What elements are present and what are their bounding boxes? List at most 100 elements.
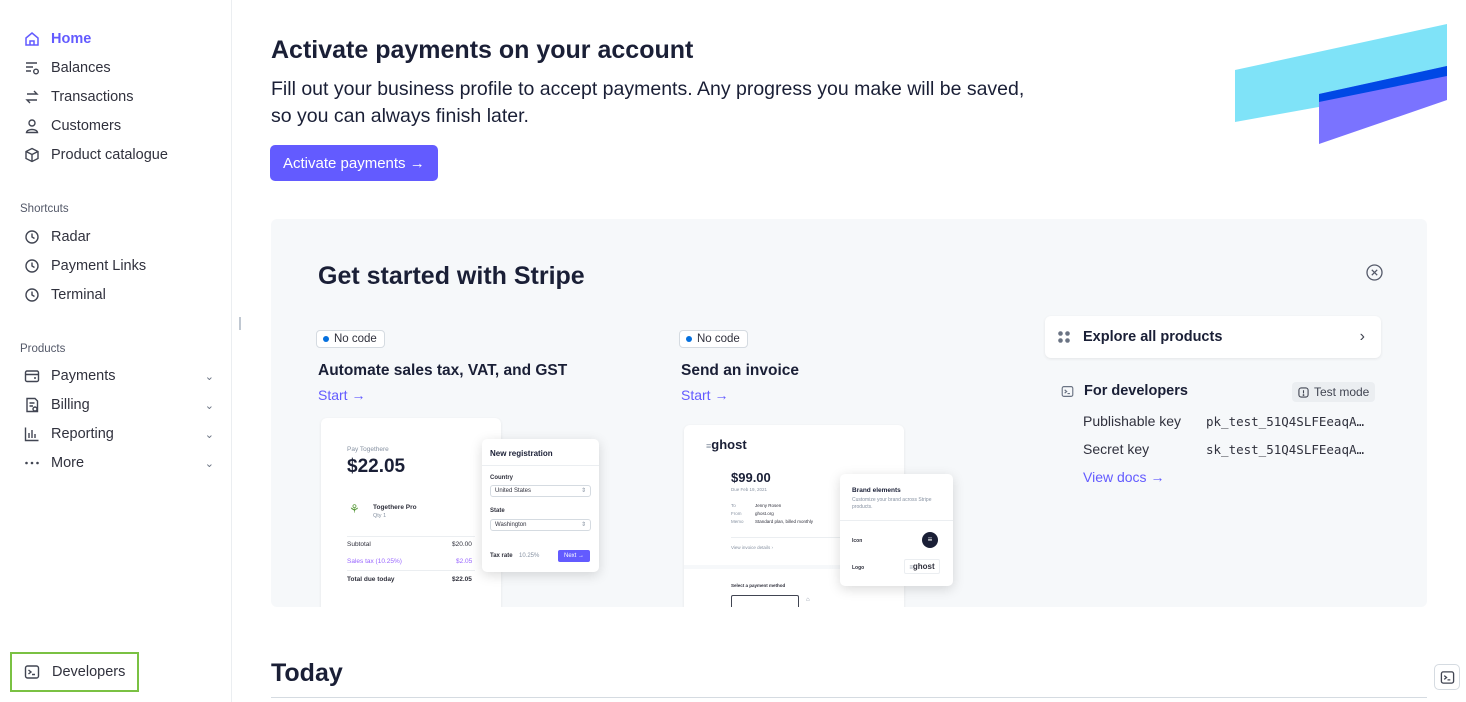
memo-label: Memo <box>731 519 744 524</box>
sidebar-item-transactions[interactable]: Transactions <box>24 86 214 108</box>
country-select: United States ⇕ <box>490 485 591 497</box>
logo-label: Logo <box>852 565 865 571</box>
sidebar-resize-handle[interactable] <box>239 317 241 330</box>
subtotal-value: $20.00 <box>452 541 472 548</box>
product-name: Togethere Pro <box>373 504 417 511</box>
card-method-option <box>731 595 799 607</box>
view-docs-link[interactable]: View docs → <box>1083 469 1164 485</box>
customers-icon <box>24 118 40 134</box>
sidebar-item-label: Reporting <box>51 426 114 442</box>
ghost-icon: ≡ <box>922 532 938 548</box>
billing-icon <box>24 397 40 413</box>
to-label: To <box>731 503 736 508</box>
no-code-badge: No code <box>679 330 748 348</box>
sidebar-item-terminal[interactable]: Terminal <box>24 284 214 306</box>
sidebar-item-payments[interactable]: Payments ⌄ <box>24 365 214 387</box>
sidebar-item-balances[interactable]: Balances <box>24 57 214 79</box>
chevron-down-icon: ⌄ <box>204 370 214 383</box>
sidebar-item-product-catalogue[interactable]: Product catalogue <box>24 144 214 166</box>
state-value: Washington <box>495 522 527 528</box>
terminal-icon <box>1061 385 1074 397</box>
chevron-down-icon: ⌄ <box>204 428 214 441</box>
divider <box>731 537 851 538</box>
select-arrows-icon: ⇕ <box>580 488 586 494</box>
tax-rate-value: 10.25% <box>519 553 540 559</box>
bank-icon: ⌂ <box>806 597 810 603</box>
shortcuts-heading: Shortcuts <box>20 203 69 215</box>
secret-key-value[interactable]: sk_test_51Q4SLFEeaqA… <box>1206 442 1364 457</box>
brand-name: ghost <box>711 437 747 452</box>
explore-products-button[interactable]: Explore all products › <box>1045 316 1381 358</box>
publishable-key-value[interactable]: pk_test_51Q4SLFEeaqA… <box>1206 414 1364 429</box>
invoice-start-link[interactable]: Start → <box>681 387 728 403</box>
tax-feature-title: Automate sales tax, VAT, and GST <box>318 362 568 379</box>
status-dot <box>686 336 692 342</box>
product-qty: Qty 1 <box>373 513 387 519</box>
total-value: $22.05 <box>452 576 472 583</box>
test-mode-label: Test mode <box>1314 385 1370 399</box>
product-image-icon: ⚘ <box>349 502 360 516</box>
activate-payments-button[interactable]: Activate payments → <box>270 145 438 181</box>
for-developers-heading: For developers <box>1061 383 1188 399</box>
memo-value: Standard plan, billed monthly <box>755 519 814 524</box>
checkout-amount: $22.05 <box>347 456 406 477</box>
registration-title: New registration <box>490 449 553 458</box>
from-label: From <box>731 511 742 516</box>
developers-label: Developers <box>52 664 126 680</box>
for-developers-label: For developers <box>1084 383 1188 399</box>
invoice-due: Due Feb 19, 2021 <box>731 487 768 492</box>
next-button: Next → <box>558 550 590 562</box>
subtotal-label: Subtotal <box>347 541 371 548</box>
sidebar-item-more[interactable]: More ⌄ <box>24 452 214 474</box>
transactions-icon <box>24 89 40 105</box>
chevron-right-icon: › <box>1359 328 1365 345</box>
get-started-title: Get started with Stripe <box>318 262 585 290</box>
page-subtitle: Fill out your business profile to accept… <box>271 78 1025 127</box>
sidebar-item-label: Home <box>51 31 92 47</box>
chevron-down-icon: ⌄ <box>204 457 214 470</box>
close-icon[interactable] <box>1366 264 1383 281</box>
brand-name: ghost <box>912 562 935 571</box>
grid-icon <box>1058 331 1070 343</box>
sidebar-item-label: More <box>51 455 85 471</box>
sidebar-item-label: Payments <box>51 368 116 384</box>
sidebar-item-billing[interactable]: Billing ⌄ <box>24 394 214 416</box>
divider <box>482 465 599 466</box>
invoice-feature-title: Send an invoice <box>681 362 800 379</box>
brand-elements-desc: Customize your brand across Stripe produ… <box>852 497 932 510</box>
sidebar-item-label: Billing <box>51 397 90 413</box>
clock-icon <box>24 258 40 274</box>
tax-value: $2.05 <box>456 558 473 565</box>
from-value: ghost.org <box>755 511 774 516</box>
secret-key-label: Secret key <box>1083 441 1150 457</box>
tax-start-link[interactable]: Start → <box>318 387 365 403</box>
view-details-label: View invoice details <box>731 545 771 550</box>
developers-button[interactable]: Developers <box>10 652 139 692</box>
sidebar-item-label: Terminal <box>51 287 106 303</box>
shell-button[interactable] <box>1434 664 1460 690</box>
sidebar-item-customers[interactable]: Customers <box>24 115 214 137</box>
total-label: Total due today <box>347 576 395 583</box>
sidebar-item-reporting[interactable]: Reporting ⌄ <box>24 423 214 445</box>
info-icon <box>1298 386 1309 398</box>
chevron-down-icon: ⌄ <box>204 399 214 412</box>
sidebar-item-label: Product catalogue <box>51 147 168 163</box>
no-code-badge: No code <box>316 330 385 348</box>
sidebar-item-radar[interactable]: Radar <box>24 226 214 248</box>
sidebar-item-label: Payment Links <box>51 258 147 274</box>
ghost-logo: ≡ghost <box>904 559 940 574</box>
product-icon <box>24 147 40 163</box>
reporting-icon <box>24 426 40 442</box>
sidebar-item-payment-links[interactable]: Payment Links <box>24 255 214 277</box>
badge-label: No code <box>334 333 377 345</box>
tax-label: Sales tax (10.25%) <box>347 558 402 565</box>
view-details-link: View invoice details › <box>731 545 773 550</box>
explore-label: Explore all products <box>1083 329 1223 345</box>
tax-rate-label: Tax rate <box>490 553 513 559</box>
divider <box>840 520 953 521</box>
to-value: Jenny Rosen <box>755 503 782 508</box>
balances-icon <box>24 60 40 76</box>
payments-icon <box>24 368 40 384</box>
home-icon <box>24 31 40 47</box>
sidebar-item-home[interactable]: Home <box>24 28 214 50</box>
